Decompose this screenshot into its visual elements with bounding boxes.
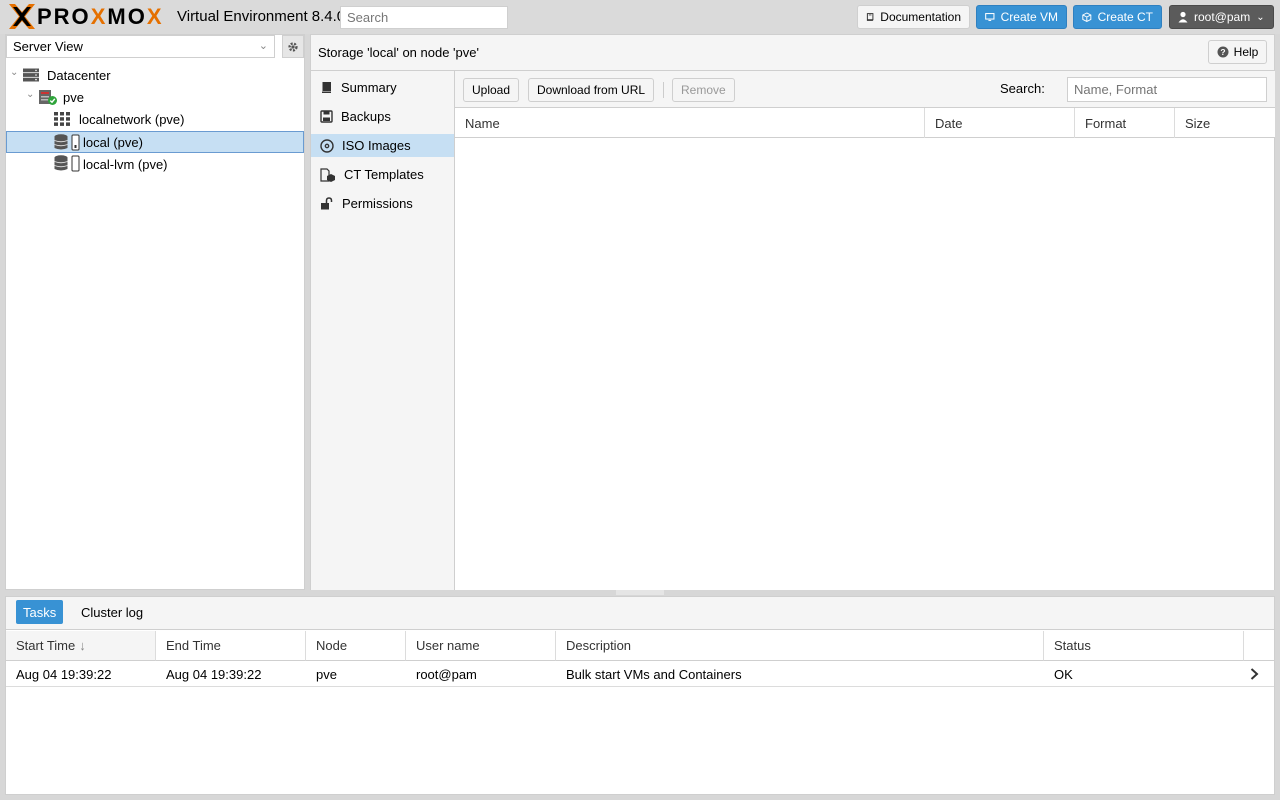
- disc-icon: [320, 138, 334, 153]
- unlock-icon: [321, 197, 333, 210]
- expand-chevron-icon: ⌄: [26, 89, 35, 100]
- create-vm-button[interactable]: Create VM: [976, 5, 1067, 29]
- user-menu-button[interactable]: root@pam ⌄: [1169, 5, 1274, 29]
- help-label: Help: [1233, 45, 1259, 59]
- tree-item-label: localnetwork (pve): [79, 111, 185, 127]
- help-button[interactable]: ? Help: [1208, 40, 1267, 64]
- column-header-status[interactable]: Status: [1044, 631, 1244, 661]
- product-version: Virtual Environment 8.4.0: [177, 8, 346, 25]
- column-header-description[interactable]: Description: [556, 631, 1044, 661]
- create-vm-label: Create VM: [1000, 10, 1058, 24]
- proxmox-logo-icon: [9, 4, 35, 29]
- submenu-iso-images[interactable]: ISO Images: [311, 134, 454, 157]
- submenu-permissions[interactable]: Permissions: [311, 192, 454, 215]
- iso-grid-header: Name Date Format Size: [455, 108, 1275, 138]
- column-header-start-time[interactable]: Start Time ↓: [6, 631, 156, 661]
- question-circle-icon: ?: [1217, 46, 1229, 58]
- column-header-format[interactable]: Format: [1075, 108, 1175, 138]
- splitter-handle[interactable]: [616, 590, 664, 595]
- column-header-actions: [1244, 631, 1274, 661]
- storage-icon: [54, 134, 80, 151]
- column-header-date[interactable]: Date: [925, 108, 1075, 138]
- submenu-label: Backups: [341, 109, 391, 124]
- tree-item-label: pve: [63, 89, 84, 105]
- download-from-url-button[interactable]: Download from URL: [528, 78, 655, 102]
- expand-chevron-icon: ⌄: [10, 67, 19, 78]
- tree-settings-button[interactable]: [282, 35, 304, 58]
- create-ct-label: Create CT: [1097, 10, 1153, 24]
- page-title: Storage 'local' on node 'pve': [318, 45, 479, 60]
- brand-logo: PROXMOX: [37, 4, 164, 29]
- task-description: Bulk start VMs and Containers: [566, 666, 742, 682]
- book-icon: [322, 82, 331, 93]
- remove-button[interactable]: Remove: [672, 78, 735, 102]
- column-header-name[interactable]: Name: [455, 108, 925, 138]
- column-header-label: Start Time: [16, 638, 76, 653]
- tree-item-storage-local[interactable]: local (pve): [6, 131, 304, 153]
- svg-text:?: ?: [1220, 47, 1225, 57]
- create-ct-button[interactable]: Create CT: [1073, 5, 1162, 29]
- view-selector-value: Server View: [13, 39, 83, 54]
- task-status: OK: [1054, 666, 1073, 682]
- submenu-label: Permissions: [342, 196, 413, 211]
- book-icon: [866, 13, 874, 21]
- task-user: root@pam: [416, 666, 477, 682]
- task-end-time: Aug 04 19:39:22: [166, 666, 262, 682]
- iso-search-input[interactable]: [1067, 77, 1267, 102]
- documentation-label: Documentation: [880, 10, 961, 24]
- tree-item-storage-local-lvm[interactable]: local-lvm (pve): [6, 153, 304, 175]
- cube-icon: [1082, 12, 1092, 22]
- toolbar-separator: [663, 82, 664, 98]
- tab-cluster-log[interactable]: Cluster log: [74, 600, 150, 624]
- submenu-label: CT Templates: [344, 167, 424, 182]
- documentation-button[interactable]: Documentation: [857, 5, 970, 29]
- task-log-tabbar: [6, 597, 1274, 630]
- upload-button[interactable]: Upload: [463, 78, 520, 102]
- user-icon: [1178, 11, 1188, 23]
- storage-submenu: Summary Backups ISO Images CT Templates …: [310, 71, 455, 590]
- task-open-chevron-icon[interactable]: [1250, 661, 1270, 687]
- chevron-down-icon: ⌄: [1256, 11, 1265, 23]
- sort-descending-icon: ↓: [79, 638, 86, 653]
- submenu-ct-templates[interactable]: CT Templates: [311, 163, 454, 186]
- submenu-label: ISO Images: [342, 138, 411, 153]
- tree-item-label: local-lvm (pve): [83, 156, 168, 172]
- datacenter-icon: [23, 68, 39, 82]
- submenu-backups[interactable]: Backups: [311, 105, 454, 128]
- tree-item-localnetwork[interactable]: localnetwork (pve): [6, 108, 304, 130]
- iso-images-grid: [455, 71, 1275, 590]
- tree-item-datacenter[interactable]: ⌄ Datacenter: [6, 64, 304, 86]
- task-node: pve: [316, 666, 337, 682]
- search-label: Search:: [1000, 81, 1045, 96]
- user-label: root@pam: [1194, 10, 1251, 24]
- chevron-down-icon: ⌄: [258, 40, 268, 52]
- global-search-input[interactable]: [340, 6, 508, 29]
- network-zone-icon: [54, 112, 70, 126]
- column-header-node[interactable]: Node: [306, 631, 406, 661]
- storage-icon: [54, 155, 80, 172]
- tab-tasks[interactable]: Tasks: [16, 600, 64, 624]
- task-start-time: Aug 04 19:39:22: [16, 666, 112, 682]
- floppy-icon: [320, 110, 333, 123]
- gear-icon: [288, 41, 298, 52]
- column-header-end-time[interactable]: End Time: [156, 631, 306, 661]
- column-header-size[interactable]: Size: [1175, 108, 1275, 138]
- column-header-user-name[interactable]: User name: [406, 631, 556, 661]
- view-selector[interactable]: Server View ⌄: [6, 35, 275, 58]
- template-icon: [320, 167, 335, 182]
- monitor-icon: [985, 13, 995, 21]
- tree-item-label: local (pve): [83, 134, 143, 150]
- node-online-icon: [39, 90, 57, 105]
- tree-item-label: Datacenter: [47, 67, 111, 83]
- tree-item-node-pve[interactable]: ⌄ pve: [6, 86, 304, 108]
- submenu-summary[interactable]: Summary: [311, 76, 454, 99]
- submenu-label: Summary: [341, 80, 397, 95]
- row-divider: [6, 686, 1274, 687]
